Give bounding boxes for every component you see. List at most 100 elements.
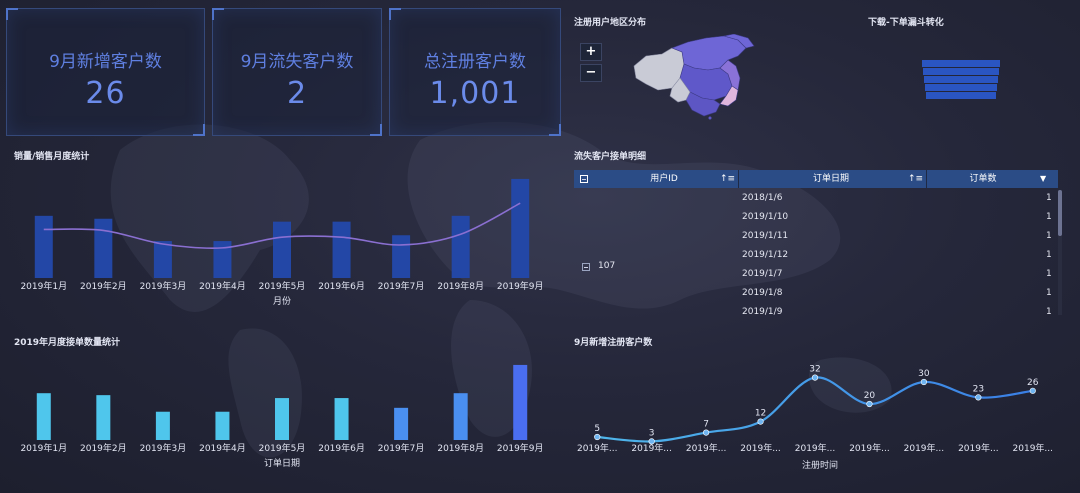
kpi-value: 26 [85,76,126,111]
data-label: 30 [918,369,930,379]
orders-bar [36,393,51,440]
x-tick-label: 2019年7月 [378,280,425,292]
x-axis-label: 月份 [273,295,291,307]
x-tick-label: 2019年1月 [20,442,67,454]
newreg-chart-title: 9月新增注册客户数 [574,338,653,348]
scrollbar-thumb[interactable] [1058,190,1062,236]
column-header-order-count[interactable]: 订单数 [927,170,1039,188]
table-row[interactable]: 2019/1/7 1 [574,265,1058,284]
orders-bar [96,395,111,440]
sales-bar [94,218,113,278]
x-axis-label: 注册时间 [802,459,838,471]
data-label: 12 [755,409,766,419]
sales-bar [34,215,53,278]
kpi-total-customers: 总注册客户数 1,001 [389,8,561,136]
churn-detail-table: 用户ID ↑≡ 订单日期 ↑≡ 订单数 ▼ 107 2018/1/6 1 2019… [574,170,1058,315]
x-tick-label: 2019年6月 [318,280,365,292]
date-cell: 2019/1/9 [742,307,783,315]
table-row[interactable]: 2019/1/8 1 [574,284,1058,303]
sort-icon[interactable]: ↑≡ [720,170,735,188]
funnel-stage [923,68,999,75]
table-row[interactable]: 2018/1/6 1 [574,189,1058,208]
date-cell: 2019/1/10 [742,212,789,222]
table-row[interactable]: 2019/1/12 1 [574,246,1058,265]
table-body: 107 2018/1/6 1 2019/1/10 1 2019/1/11 1 2019… [574,188,1058,315]
count-cell: 1 [1046,288,1052,298]
zoom-in-button[interactable]: + [580,43,602,61]
data-point [757,418,764,425]
x-tick-label: 2019年... [958,442,999,454]
data-label: 7 [703,420,709,430]
data-point [594,433,601,441]
x-tick-label: 2019年4月 [199,442,246,454]
orders-chart-title: 2019年月度接单数量统计 [14,338,121,348]
data-point [975,394,982,401]
data-point [703,429,710,436]
x-axis-label: 订单日期 [264,457,300,469]
table-row[interactable]: 2019/1/10 1 [574,208,1058,227]
dropdown-arrow-icon[interactable]: ▼ [1040,170,1046,188]
kpi-label: 9月流失客户数 [240,52,354,72]
data-point [811,374,819,381]
x-tick-label: 2019年4月 [199,280,246,292]
x-tick-label: 2019年7月 [378,442,425,454]
x-tick-label: 2019年1月 [20,280,67,292]
x-tick-label: 2019年2月 [80,442,127,454]
table-row[interactable]: 2019/1/11 1 [574,227,1058,246]
data-label: 3 [649,428,655,438]
sort-icon[interactable]: ↑≡ [908,170,923,188]
map-title: 注册用户地区分布 [574,18,647,28]
data-point [866,400,873,408]
kpi-lost-customers: 9月流失客户数 2 [212,8,382,136]
orders-bar [275,398,289,440]
zoom-out-button[interactable]: − [580,64,602,82]
x-tick-label: 2019年... [904,442,945,454]
data-label: 20 [864,391,876,401]
funnel-title: 下载-下单漏斗转化 [868,18,944,28]
x-tick-label: 2019年... [1013,442,1054,454]
x-tick-label: 2019年8月 [437,442,484,454]
count-cell: 1 [1046,193,1052,203]
x-tick-label: 2019年... [740,442,781,454]
x-tick-label: 2019年... [686,442,727,454]
data-label: 5 [594,424,600,434]
orders-bar [394,407,409,440]
funnel-stage [925,84,997,91]
china-map[interactable] [628,34,758,120]
x-tick-label: 2019年3月 [140,442,187,454]
kpi-value: 1,001 [429,76,521,111]
column-header-order-date[interactable]: 订单日期 [739,170,923,188]
funnel-chart [922,60,1000,99]
table-scrollbar[interactable] [1058,190,1062,315]
x-tick-label: 2019年... [849,442,890,454]
count-cell: 1 [1046,212,1052,222]
table-row[interactable]: 2019/1/9 1 [574,303,1058,315]
sales-bar [153,241,172,278]
data-point [1029,387,1036,394]
sales-bar-line-chart: 2019年1月 2019年2月 2019年3月 2019年4月 2019年5月 2019年… [20,178,544,307]
data-label: 32 [809,365,820,375]
collapse-all-icon[interactable] [580,175,588,183]
funnel-stage [926,92,996,99]
x-tick-label: 2019年9月 [497,280,544,292]
kpi-value: 2 [286,76,308,111]
registrations-line [597,376,1033,443]
column-header-user-id[interactable]: 用户ID [594,170,734,188]
orders-bar [215,411,230,440]
x-tick-label: 2019年... [631,442,672,454]
x-tick-label: 2019年6月 [318,442,365,454]
orders-bar [334,398,349,440]
date-cell: 2018/1/6 [742,193,783,203]
new-registrations-line-chart: 5 3 7 12 32 20 30 23 26 2019年... 2019年... 2019年... 2… [577,365,1054,471]
x-tick-label: 2019年3月 [140,280,187,292]
x-tick-label: 2019年5月 [259,442,306,454]
kpi-new-customers: 9月新增客户数 26 [6,8,205,136]
sales-bar [392,235,411,278]
orders-bar-chart: 2019年1月 2019年2月 2019年3月 2019年4月 2019年5月 2019年… [20,364,544,469]
x-tick-label: 2019年... [795,442,836,454]
data-point [920,378,927,386]
sales-bar [511,178,530,278]
sales-bar [451,215,470,278]
x-tick-label: 2019年2月 [80,280,127,292]
count-cell: 1 [1046,231,1052,241]
